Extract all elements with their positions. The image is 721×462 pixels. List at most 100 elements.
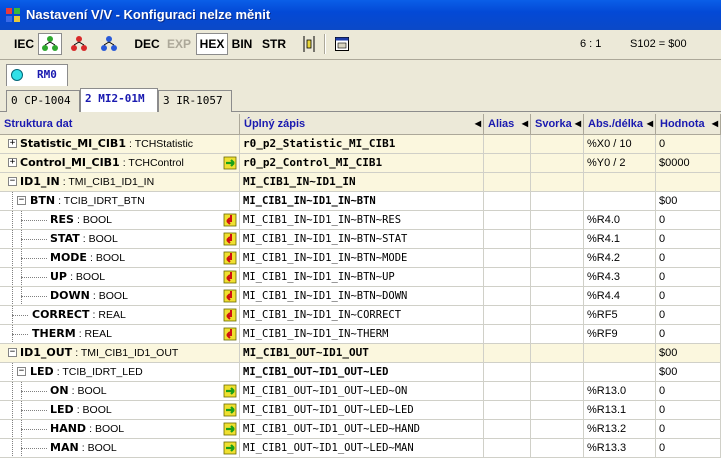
expand-icon[interactable]: + <box>8 158 17 167</box>
collapse-icon[interactable]: − <box>17 367 26 376</box>
header-alias[interactable]: Alias ◀ <box>484 114 531 134</box>
cell-abs[interactable]: %R4.0 <box>584 211 656 230</box>
cell-abs[interactable]: %R4.1 <box>584 230 656 249</box>
cell-abs[interactable]: %Y0 / 2 <box>584 154 656 173</box>
table-row[interactable]: LED : BOOL MI_CIB1_OUT~ID1_OUT~LED~LED %… <box>0 401 721 420</box>
table-row[interactable]: − ID1_IN : TMI_CIB1_ID1_IN MI_CIB1_IN~ID1… <box>0 173 721 192</box>
rm-tab[interactable]: RM0 <box>6 64 68 86</box>
cell-svorka[interactable] <box>531 192 584 211</box>
cell-alias[interactable] <box>484 154 531 173</box>
collapse-icon[interactable]: − <box>17 196 26 205</box>
table-row[interactable]: CORRECT : REAL MI_CIB1_IN~ID1_IN~CORRECT… <box>0 306 721 325</box>
cell-hodnota[interactable]: 0 <box>656 420 721 439</box>
cell-hodnota[interactable]: $00 <box>656 192 721 211</box>
cell-hodnota[interactable]: $00 <box>656 363 721 382</box>
cell-hodnota[interactable] <box>656 173 721 192</box>
cell-alias[interactable] <box>484 325 531 344</box>
cell-zapis[interactable]: MI_CIB1_OUT~ID1_OUT~LED~LED <box>240 401 484 420</box>
cell-zapis[interactable]: MI_CIB1_IN~ID1_IN~BTN~DOWN <box>240 287 484 306</box>
cell-zapis[interactable]: MI_CIB1_IN~ID1_IN~BTN~RES <box>240 211 484 230</box>
cell-svorka[interactable] <box>531 439 584 458</box>
tree-blue-button[interactable] <box>97 33 121 55</box>
cell-alias[interactable] <box>484 363 531 382</box>
header-struktura[interactable]: Struktura dat <box>0 114 240 134</box>
cell-hodnota[interactable]: $00 <box>656 344 721 363</box>
table-row[interactable]: MODE : BOOL MI_CIB1_IN~ID1_IN~BTN~MODE %… <box>0 249 721 268</box>
cell-alias[interactable] <box>484 287 531 306</box>
window-button[interactable] <box>330 33 354 55</box>
tab-module-3[interactable]: 3 IR-1057 <box>158 90 232 112</box>
table-row[interactable]: THERM : REAL MI_CIB1_IN~ID1_IN~THERM %RF… <box>0 325 721 344</box>
cell-svorka[interactable] <box>531 325 584 344</box>
cell-alias[interactable] <box>484 344 531 363</box>
cell-zapis[interactable]: MI_CIB1_IN~ID1_IN~BTN~STAT <box>240 230 484 249</box>
cell-svorka[interactable] <box>531 249 584 268</box>
cell-abs[interactable] <box>584 344 656 363</box>
cell-abs[interactable] <box>584 173 656 192</box>
expand-icon[interactable]: + <box>8 139 17 148</box>
cell-alias[interactable] <box>484 401 531 420</box>
cell-svorka[interactable] <box>531 173 584 192</box>
cell-hodnota[interactable]: 0 <box>656 211 721 230</box>
cell-abs[interactable]: %R13.3 <box>584 439 656 458</box>
cell-svorka[interactable] <box>531 154 584 173</box>
cell-zapis[interactable]: MI_CIB1_IN~ID1_IN~BTN <box>240 192 484 211</box>
cell-alias[interactable] <box>484 249 531 268</box>
cell-hodnota[interactable]: 0 <box>656 439 721 458</box>
cell-svorka[interactable] <box>531 230 584 249</box>
tab-module-2[interactable]: 2 MI2-01M <box>80 88 158 112</box>
cell-svorka[interactable] <box>531 135 584 154</box>
cell-abs[interactable]: %R13.0 <box>584 382 656 401</box>
cell-struktura[interactable]: − BTN : TCIB_IDRT_BTN <box>0 192 240 211</box>
cell-abs[interactable] <box>584 363 656 382</box>
hex-button[interactable]: HEX <box>196 33 228 55</box>
table-row[interactable]: − BTN : TCIB_IDRT_BTN MI_CIB1_IN~ID1_IN~B… <box>0 192 721 211</box>
dec-button[interactable]: DEC <box>132 33 162 55</box>
cell-zapis[interactable]: MI_CIB1_OUT~ID1_OUT~LED~HAND <box>240 420 484 439</box>
table-row[interactable]: − ID1_OUT : TMI_CIB1_ID1_OUT MI_CIB1_OUT~… <box>0 344 721 363</box>
cell-alias[interactable] <box>484 230 531 249</box>
cell-struktura[interactable]: − LED : TCIB_IDRT_LED <box>0 363 240 382</box>
cell-abs[interactable]: %R4.3 <box>584 268 656 287</box>
cell-zapis[interactable]: r0_p2_Control_MI_CIB1 <box>240 154 484 173</box>
tree-red-button[interactable] <box>67 33 91 55</box>
cell-svorka[interactable] <box>531 268 584 287</box>
cell-alias[interactable] <box>484 135 531 154</box>
cell-abs[interactable]: %R13.2 <box>584 420 656 439</box>
table-row[interactable]: + Control_MI_CIB1 : TCHControl r0_p2_Cont… <box>0 154 721 173</box>
cell-zapis[interactable]: MI_CIB1_IN~ID1_IN~THERM <box>240 325 484 344</box>
cell-zapis[interactable]: MI_CIB1_OUT~ID1_OUT~LED <box>240 363 484 382</box>
cell-struktura[interactable]: RES : BOOL <box>0 211 240 230</box>
cell-svorka[interactable] <box>531 306 584 325</box>
cell-hodnota[interactable]: 0 <box>656 401 721 420</box>
cell-abs[interactable]: %R13.1 <box>584 401 656 420</box>
cell-abs[interactable]: %X0 / 10 <box>584 135 656 154</box>
cell-hodnota[interactable]: 0 <box>656 287 721 306</box>
cell-zapis[interactable]: r0_p2_Statistic_MI_CIB1 <box>240 135 484 154</box>
header-hodnota[interactable]: Hodnota ◀ <box>656 114 721 134</box>
collapse-icon[interactable]: − <box>8 348 17 357</box>
str-button[interactable]: STR <box>259 33 289 55</box>
cell-svorka[interactable] <box>531 287 584 306</box>
cell-alias[interactable] <box>484 420 531 439</box>
cell-hodnota[interactable]: 0 <box>656 382 721 401</box>
cell-alias[interactable] <box>484 173 531 192</box>
cell-abs[interactable]: %R4.2 <box>584 249 656 268</box>
cell-svorka[interactable] <box>531 211 584 230</box>
cell-svorka[interactable] <box>531 382 584 401</box>
cell-struktura[interactable]: − ID1_OUT : TMI_CIB1_ID1_OUT <box>0 344 240 363</box>
header-abs[interactable]: Abs./délka ◀ <box>584 114 656 134</box>
cell-hodnota[interactable]: 0 <box>656 268 721 287</box>
table-row[interactable]: MAN : BOOL MI_CIB1_OUT~ID1_OUT~LED~MAN %… <box>0 439 721 458</box>
cell-hodnota[interactable]: 0 <box>656 325 721 344</box>
cell-struktura[interactable]: − ID1_IN : TMI_CIB1_ID1_IN <box>0 173 240 192</box>
iec-button[interactable]: IEC <box>11 33 37 55</box>
cell-svorka[interactable] <box>531 420 584 439</box>
cell-struktura[interactable]: HAND : BOOL <box>0 420 240 439</box>
cell-zapis[interactable]: MI_CIB1_OUT~ID1_OUT <box>240 344 484 363</box>
cell-zapis[interactable]: MI_CIB1_IN~ID1_IN <box>240 173 484 192</box>
cell-abs[interactable]: %R4.4 <box>584 287 656 306</box>
cell-struktura[interactable]: MAN : BOOL <box>0 439 240 458</box>
table-row[interactable]: DOWN : BOOL MI_CIB1_IN~ID1_IN~BTN~DOWN %… <box>0 287 721 306</box>
cell-alias[interactable] <box>484 192 531 211</box>
